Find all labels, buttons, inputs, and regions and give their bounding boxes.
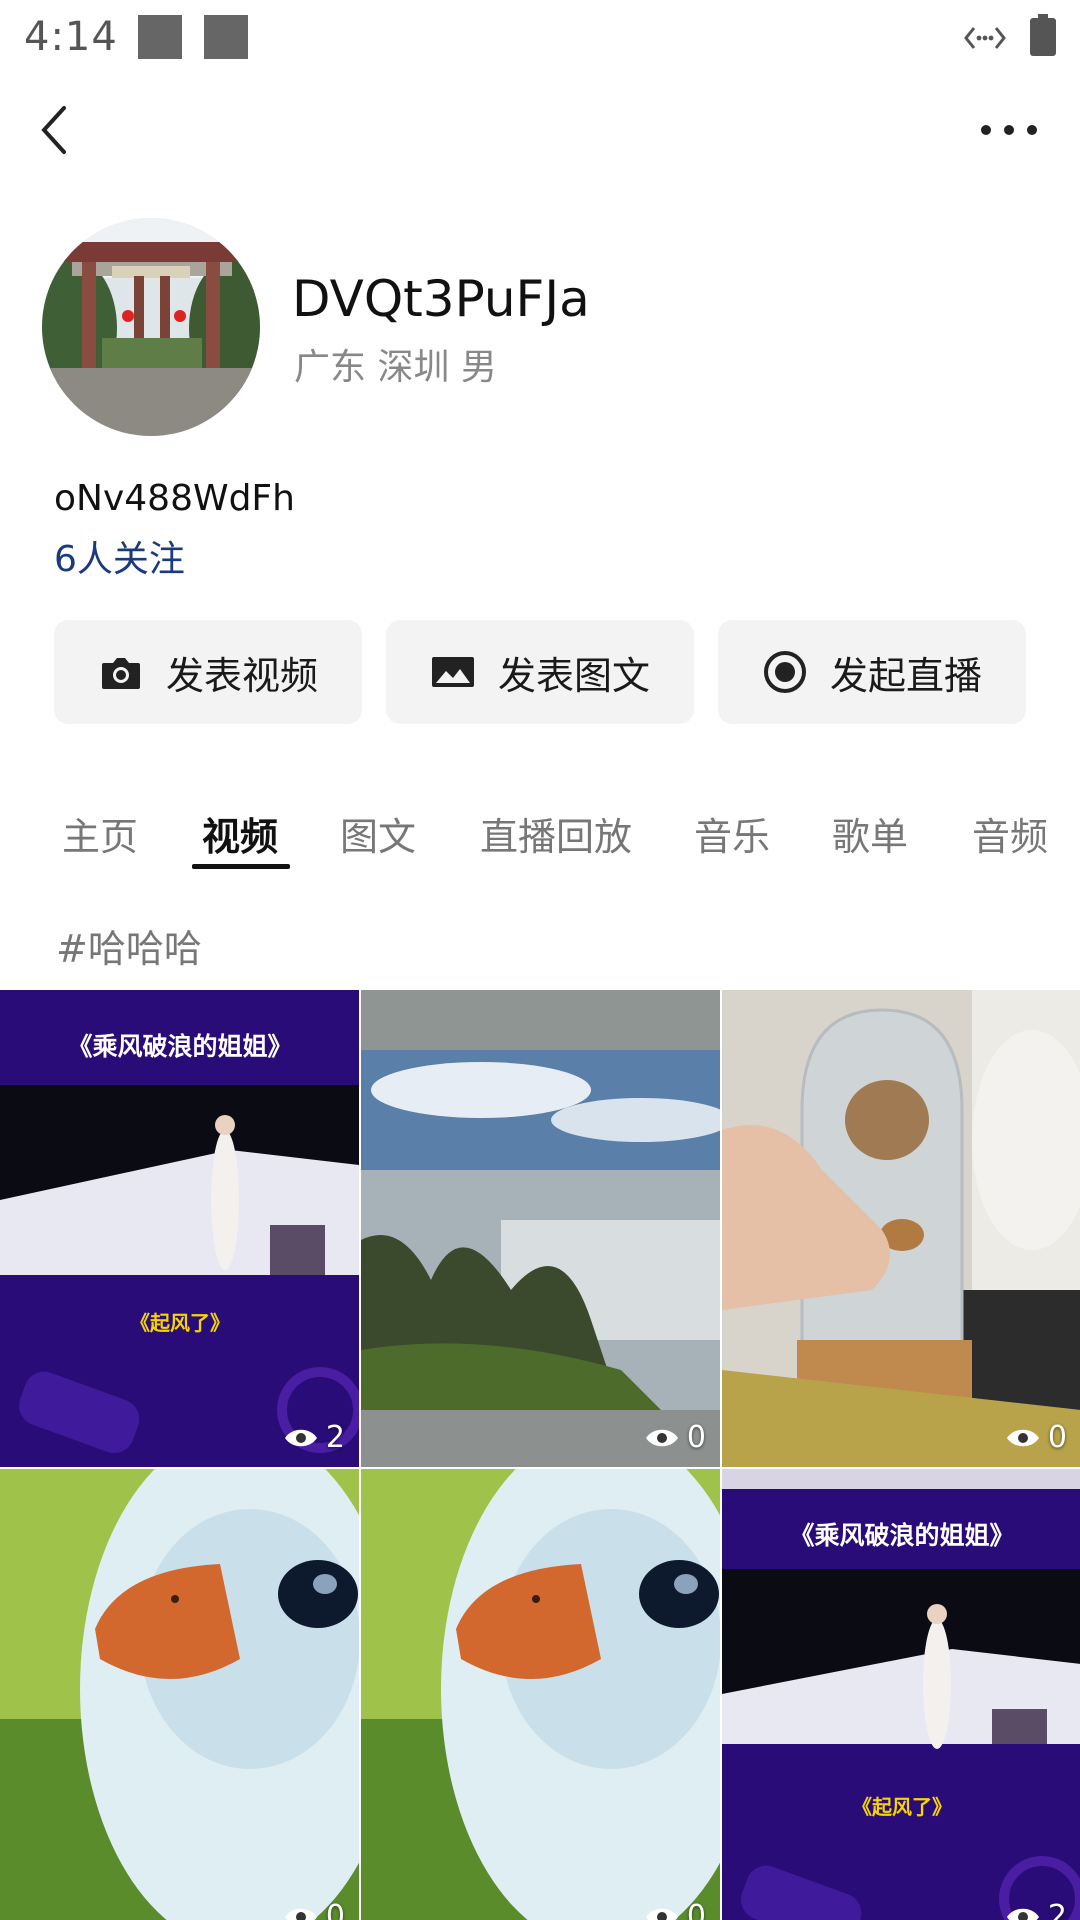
view-count: 0 <box>645 1899 706 1920</box>
profile-page: 4:14 DVQt3PuFJa 广东 深圳 男 oNv488WdFh 6人关注 … <box>0 0 1080 1920</box>
status-bar: 4:14 <box>0 0 1080 78</box>
post-video-label: 发表视频 <box>165 653 318 698</box>
following-count-link[interactable]: 6人关注 <box>54 530 185 582</box>
live-record-icon <box>762 649 808 695</box>
hashtag-filter[interactable]: #哈哈哈 <box>56 918 202 973</box>
view-count: 0 <box>1006 1420 1067 1455</box>
video-thumbnail[interactable]: 《乘风破浪的姐姐》 《起风了》 2 <box>722 1469 1080 1920</box>
data-transfer-icon <box>964 27 1006 49</box>
view-count-value: 0 <box>325 1899 345 1920</box>
more-icon[interactable] <box>974 108 1044 152</box>
view-count: 0 <box>284 1899 345 1920</box>
start-live-button[interactable]: 发起直播 <box>718 620 1026 724</box>
tab-audio[interactable]: 音频 <box>972 806 1048 861</box>
tab-live-replay[interactable]: 直播回放 <box>480 806 632 861</box>
back-icon[interactable] <box>30 100 80 160</box>
status-time: 4:14 <box>24 14 118 60</box>
eye-icon <box>645 1908 678 1920</box>
tab-music[interactable]: 音乐 <box>694 806 770 861</box>
start-live-label: 发起直播 <box>829 653 982 698</box>
video-thumbnail[interactable]: 0 <box>361 990 720 1467</box>
notification-icon <box>204 15 248 59</box>
view-count-value: 0 <box>1047 1420 1067 1455</box>
view-count-value: 2 <box>325 1420 345 1455</box>
video-thumbnail[interactable]: 0 <box>361 1469 720 1920</box>
tab-home[interactable]: 主页 <box>62 806 138 861</box>
post-image-text-button[interactable]: 发表图文 <box>386 620 694 724</box>
video-cover <box>361 1469 720 1920</box>
battery-icon <box>1030 14 1056 56</box>
notification-icon <box>138 15 182 59</box>
video-thumbnail[interactable]: 《乘风破浪的姐姐》 《起风了》 2 <box>0 990 359 1467</box>
post-image-text-label: 发表图文 <box>497 653 650 698</box>
image-icon <box>430 649 476 695</box>
eye-icon <box>284 1429 317 1446</box>
video-cover: 《乘风破浪的姐姐》 《起风了》 <box>722 1469 1080 1920</box>
camera-icon <box>98 649 144 695</box>
view-count-value: 2 <box>1047 1899 1067 1920</box>
video-thumbnail[interactable]: 0 <box>0 1469 359 1920</box>
video-title-text: 《乘风破浪的姐姐》 <box>789 1521 1014 1550</box>
avatar-image <box>42 218 260 436</box>
eye-icon <box>645 1429 678 1446</box>
eye-icon <box>1006 1908 1039 1920</box>
location-gender: 广东 深圳 男 <box>294 347 497 388</box>
account-id: oNv488WdFh <box>54 478 295 519</box>
video-cover <box>722 990 1080 1467</box>
tab-image-text[interactable]: 图文 <box>340 806 416 861</box>
video-thumbnail[interactable]: 0 <box>722 990 1080 1467</box>
video-title-text: 《乘风破浪的姐姐》 <box>67 1032 292 1061</box>
eye-icon <box>1006 1429 1039 1446</box>
view-count: 2 <box>1006 1899 1067 1920</box>
post-video-button[interactable]: 发表视频 <box>54 620 362 724</box>
username: DVQt3PuFJa <box>292 270 590 328</box>
avatar[interactable] <box>42 218 260 436</box>
video-cover: 《乘风破浪的姐姐》 《起风了》 <box>0 990 359 1467</box>
video-caption-text: 《起风了》 <box>852 1795 952 1819</box>
eye-icon <box>284 1908 317 1920</box>
video-caption-text: 《起风了》 <box>130 1311 230 1335</box>
active-tab-indicator <box>192 864 290 869</box>
view-count-value: 0 <box>686 1899 706 1920</box>
tab-videos[interactable]: 视频 <box>202 806 278 861</box>
tab-playlists[interactable]: 歌单 <box>832 806 908 861</box>
view-count: 0 <box>645 1420 706 1455</box>
view-count-value: 0 <box>686 1420 706 1455</box>
view-count: 2 <box>284 1420 345 1455</box>
video-cover <box>361 990 720 1467</box>
video-cover <box>0 1469 359 1920</box>
